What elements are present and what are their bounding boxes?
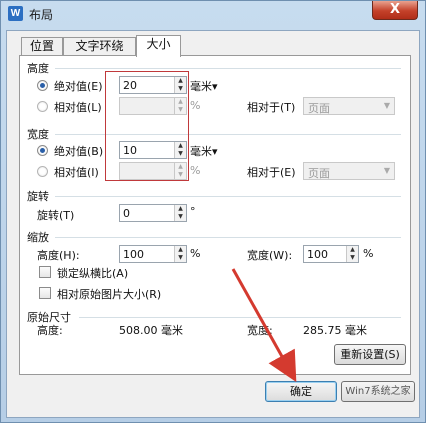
rotate-unit: ° xyxy=(190,205,196,218)
ok-button[interactable]: 确定 xyxy=(265,381,337,402)
layout-dialog: W 布局 X 位置 文字环绕 大小 高度 绝对值(E) 20 ▲ ▼ 毫米▾ 相对… xyxy=(0,0,426,423)
original-width-label: 宽度: xyxy=(247,324,273,337)
width-absolute-stepper[interactable]: ▲ ▼ xyxy=(174,142,186,158)
scale-height-label: 高度(H): xyxy=(37,249,80,262)
relative-original-size-checkbox[interactable] xyxy=(39,287,51,299)
lock-aspect-ratio-label[interactable]: 锁定纵横比(A) xyxy=(57,265,128,281)
down-arrow-icon[interactable]: ▼ xyxy=(175,85,186,93)
close-button[interactable]: X xyxy=(372,1,418,20)
scale-width-label: 宽度(W): xyxy=(247,249,293,262)
height-relative-unit: % xyxy=(190,99,201,112)
scale-width-input[interactable]: 100 ▲ ▼ xyxy=(303,245,359,263)
height-absolute-input[interactable]: 20 ▲ ▼ xyxy=(119,76,187,94)
down-arrow-icon[interactable]: ▼ xyxy=(347,254,358,262)
width-group-title: 宽度 xyxy=(27,128,49,141)
width-absolute-label: 绝对值(B) xyxy=(54,145,104,158)
height-relative-radio[interactable] xyxy=(37,101,48,112)
reset-button[interactable]: 重新设置(S) xyxy=(334,344,406,365)
height-relative-label: 相对值(L) xyxy=(54,101,102,114)
scale-width-value: 100 xyxy=(307,248,328,261)
scale-width-stepper[interactable]: ▲ ▼ xyxy=(346,246,358,262)
rotate-label: 旋转(T) xyxy=(37,209,75,222)
down-arrow-icon[interactable]: ▼ xyxy=(175,106,186,114)
rotate-stepper[interactable]: ▲ ▼ xyxy=(174,205,186,221)
lock-aspect-ratio-checkbox[interactable] xyxy=(39,266,51,278)
chevron-down-icon: ▼ xyxy=(383,166,390,175)
width-relative-label: 相对值(I) xyxy=(54,166,99,179)
height-absolute-stepper[interactable]: ▲ ▼ xyxy=(174,77,186,93)
width-absolute-radio[interactable] xyxy=(37,145,48,156)
wps-writer-icon: W xyxy=(8,6,23,21)
rotate-group-title: 旋转 xyxy=(27,190,49,203)
up-arrow-icon[interactable]: ▲ xyxy=(175,142,186,150)
scale-height-unit: % xyxy=(190,247,201,260)
width-relative-to-label: 相对于(E) xyxy=(247,166,296,179)
height-absolute-value: 20 xyxy=(123,79,137,92)
up-arrow-icon[interactable]: ▲ xyxy=(347,246,358,254)
rotate-input[interactable]: 0 ▲ ▼ xyxy=(119,204,187,222)
up-arrow-icon[interactable]: ▲ xyxy=(175,98,186,106)
width-relative-unit: % xyxy=(190,164,201,177)
width-absolute-unit[interactable]: 毫米▾ xyxy=(190,143,218,159)
up-arrow-icon[interactable]: ▲ xyxy=(175,77,186,85)
original-height-value: 508.00 毫米 xyxy=(119,324,183,337)
down-arrow-icon[interactable]: ▼ xyxy=(175,171,186,179)
up-arrow-icon[interactable]: ▲ xyxy=(175,205,186,213)
scale-height-input[interactable]: 100 ▲ ▼ xyxy=(119,245,187,263)
height-group-title: 高度 xyxy=(27,62,49,75)
height-absolute-unit[interactable]: 毫米▾ xyxy=(190,78,218,94)
up-arrow-icon[interactable]: ▲ xyxy=(175,163,186,171)
original-width-value: 285.75 毫米 xyxy=(303,324,367,337)
height-group-divider xyxy=(55,68,401,69)
height-relative-stepper[interactable]: ▲ ▼ xyxy=(174,98,186,114)
height-absolute-label: 绝对值(E) xyxy=(54,80,103,93)
height-relative-input[interactable]: ▲ ▼ xyxy=(119,97,187,115)
scale-height-value: 100 xyxy=(123,248,144,261)
width-relative-to-select[interactable]: 页面 ▼ xyxy=(303,162,395,180)
down-arrow-icon[interactable]: ▼ xyxy=(175,213,186,221)
tab-size[interactable]: 大小 xyxy=(136,35,181,57)
scale-group-title: 缩放 xyxy=(27,231,49,244)
width-absolute-value: 10 xyxy=(123,144,137,157)
down-arrow-icon[interactable]: ▼ xyxy=(175,254,186,262)
height-relative-to-value: 页面 xyxy=(308,102,330,115)
width-absolute-input[interactable]: 10 ▲ ▼ xyxy=(119,141,187,159)
chevron-down-icon: ▼ xyxy=(383,101,390,110)
relative-original-size-label[interactable]: 相对原始图片大小(R) xyxy=(57,286,161,302)
width-relative-radio[interactable] xyxy=(37,166,48,177)
height-absolute-radio[interactable] xyxy=(37,80,48,91)
up-arrow-icon[interactable]: ▲ xyxy=(175,246,186,254)
scale-height-stepper[interactable]: ▲ ▼ xyxy=(174,246,186,262)
original-size-group-divider xyxy=(79,317,401,318)
down-arrow-icon[interactable]: ▼ xyxy=(175,150,186,158)
dialog-title: 布局 xyxy=(29,8,54,22)
width-relative-stepper[interactable]: ▲ ▼ xyxy=(174,163,186,179)
tab-position[interactable]: 位置 xyxy=(21,37,63,56)
rotate-group-divider xyxy=(55,196,401,197)
rotate-value: 0 xyxy=(123,207,130,220)
width-group-divider xyxy=(55,134,401,135)
title-bar[interactable]: W 布局 X xyxy=(1,1,425,27)
tab-text-wrap[interactable]: 文字环绕 xyxy=(63,37,136,56)
dialog-client-area: 位置 文字环绕 大小 高度 绝对值(E) 20 ▲ ▼ 毫米▾ 相对值(L) ▲ ▼… xyxy=(6,30,420,418)
width-relative-input[interactable]: ▲ ▼ xyxy=(119,162,187,180)
height-relative-to-select[interactable]: 页面 ▼ xyxy=(303,97,395,115)
width-relative-to-value: 页面 xyxy=(308,167,330,180)
scale-group-divider xyxy=(55,237,401,238)
original-height-label: 高度: xyxy=(37,324,63,337)
watermark-overlay: Win7系统之家 xyxy=(341,381,415,402)
height-relative-to-label: 相对于(T) xyxy=(247,101,296,114)
scale-width-unit: % xyxy=(363,247,374,260)
